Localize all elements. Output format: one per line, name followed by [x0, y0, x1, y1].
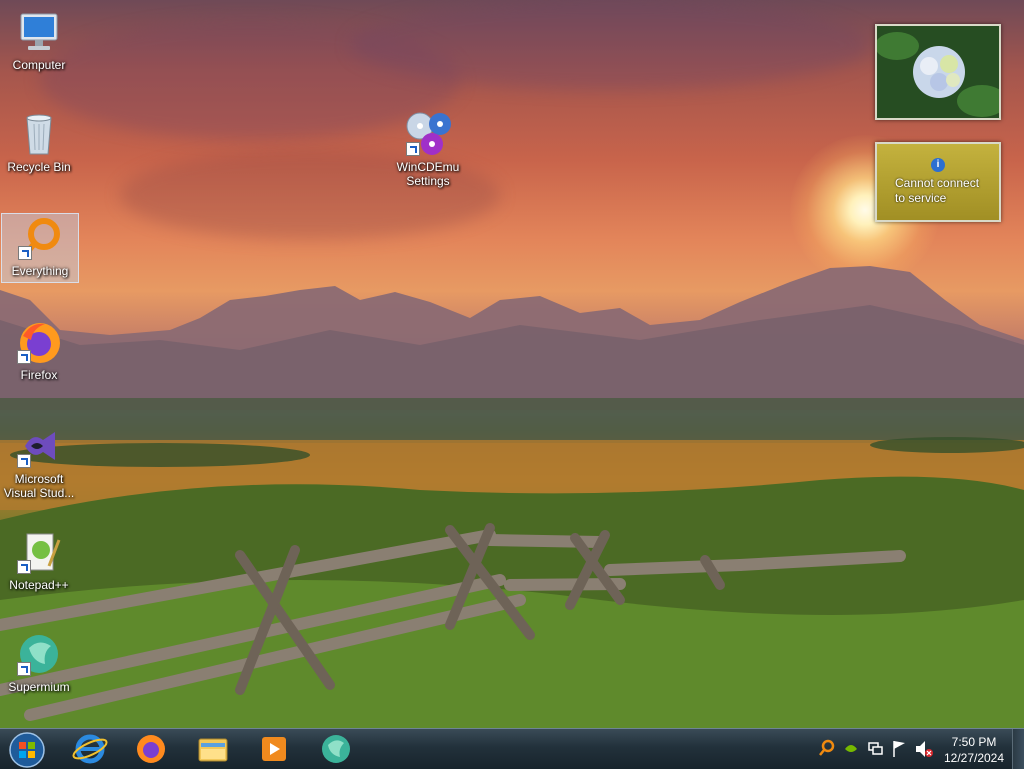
windows-logo-icon	[9, 732, 45, 768]
desktop-icon-label: Microsoft Visual Stud...	[3, 472, 75, 500]
tray-volume-muted[interactable]	[914, 729, 934, 769]
desktop-icon-label: Supermium	[8, 680, 70, 694]
desktop[interactable]: Computer Recycle Bin Everything Firefox …	[0, 0, 1024, 728]
file-explorer-icon	[198, 738, 228, 762]
clock-time: 7:50 PM	[951, 735, 997, 749]
slideshow-gadget[interactable]	[875, 24, 1007, 120]
desktop-icon-label: Recycle Bin	[7, 160, 71, 174]
tray-network[interactable]	[866, 729, 884, 769]
recycle-bin-icon	[15, 110, 63, 158]
taskbar-file-explorer[interactable]	[187, 731, 239, 767]
taskbar-media-player[interactable]	[248, 731, 300, 767]
show-desktop-button[interactable]	[1012, 729, 1024, 769]
desktop-icon-notepadpp[interactable]: Notepad++	[1, 528, 77, 592]
desktop-icon-label: WinCDEmu Settings	[396, 160, 460, 188]
desktop-icon-label: Computer	[12, 58, 66, 72]
flag-icon	[893, 741, 905, 757]
desktop-icon-everything[interactable]: Everything	[1, 213, 79, 283]
treeline	[0, 398, 1024, 443]
desktop-icon-label: Notepad++	[9, 578, 69, 592]
flower-photo	[875, 26, 1007, 118]
taskbar-internet-explorer[interactable]	[64, 731, 116, 767]
landscape-illustration	[0, 266, 1024, 728]
shortcut-arrow-icon	[17, 454, 31, 468]
tray-action-center[interactable]	[890, 729, 908, 769]
supermium-icon	[15, 630, 63, 678]
start-button[interactable]	[0, 731, 54, 768]
network-icon	[868, 742, 883, 755]
supermium-icon	[322, 735, 350, 763]
weather-gadget[interactable]: i Cannot connect to service	[875, 142, 1001, 222]
visual-studio-icon	[15, 422, 63, 470]
media-player-icon	[262, 737, 286, 761]
bush	[870, 437, 1024, 453]
nvidia-icon	[845, 745, 857, 752]
desktop-icon-firefox[interactable]: Firefox	[1, 318, 77, 382]
shortcut-arrow-icon	[406, 142, 420, 156]
everything-search-icon	[16, 214, 64, 262]
everything-search-icon	[819, 739, 835, 756]
weather-message: Cannot connect to service	[895, 176, 980, 205]
notepadpp-icon	[15, 528, 63, 576]
desktop-icon-label: Firefox	[20, 368, 58, 382]
tray-everything[interactable]	[818, 729, 836, 769]
taskbar-supermium[interactable]	[310, 731, 362, 767]
desktop-icon-supermium[interactable]: Supermium	[1, 630, 77, 694]
desktop-icon-label: Everything	[11, 264, 69, 278]
shortcut-arrow-icon	[18, 246, 32, 260]
taskbar-clock[interactable]: 7:50 PM 12/27/2024	[938, 734, 1010, 766]
volume-muted-icon	[916, 741, 933, 757]
desktop-icon-recycle-bin[interactable]: Recycle Bin	[1, 110, 77, 174]
tray-nvidia[interactable]	[842, 729, 860, 769]
shortcut-arrow-icon	[17, 560, 31, 574]
clock-date: 12/27/2024	[943, 751, 1005, 765]
computer-icon	[15, 8, 63, 56]
desktop-icon-visual-studio[interactable]: Microsoft Visual Stud...	[1, 422, 77, 500]
internet-explorer-icon	[72, 734, 108, 764]
taskbar-firefox[interactable]	[125, 731, 177, 767]
desktop-icon-wincdemu[interactable]: WinCDEmu Settings	[390, 110, 466, 188]
firefox-icon	[15, 318, 63, 366]
desktop-icon-computer[interactable]: Computer	[1, 8, 77, 72]
info-icon: i	[931, 158, 945, 172]
shortcut-arrow-icon	[17, 662, 31, 676]
firefox-icon	[137, 735, 165, 763]
shortcut-arrow-icon	[17, 350, 31, 364]
taskbar: 7:50 PM 12/27/2024	[0, 728, 1024, 769]
wincdemu-disc-icon	[404, 110, 452, 158]
